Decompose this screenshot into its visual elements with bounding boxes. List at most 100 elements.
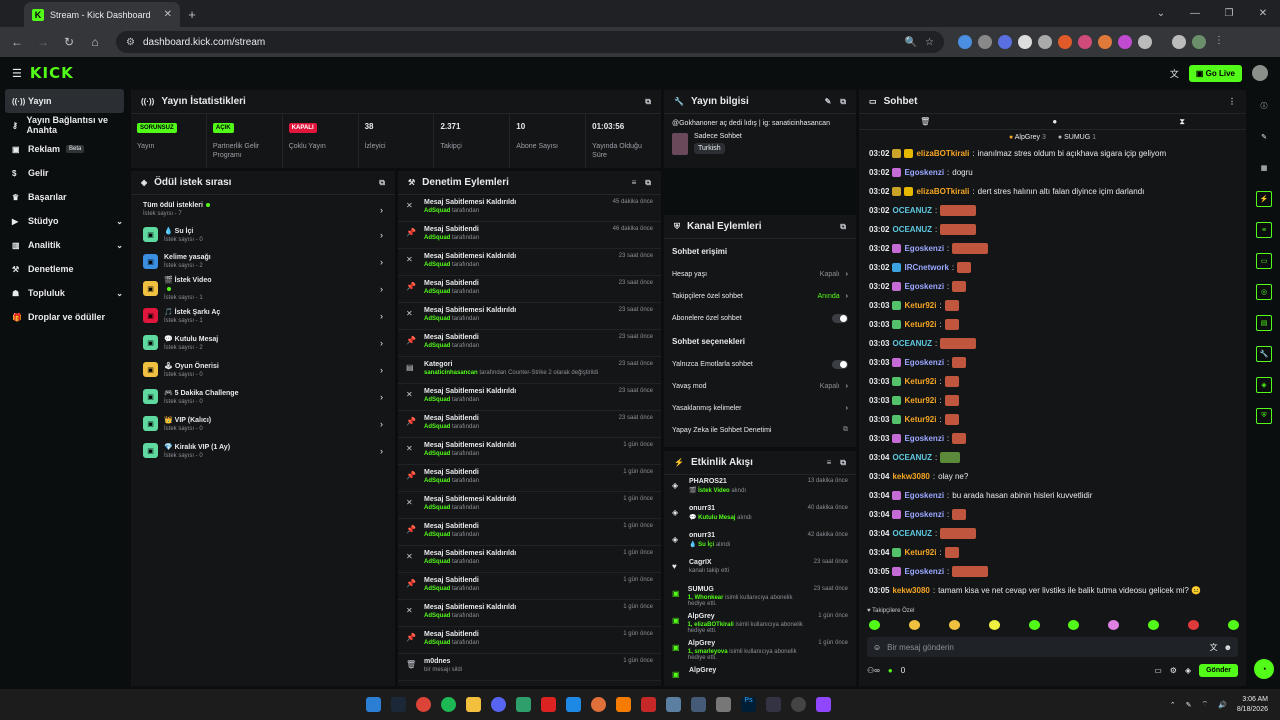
emote-icon[interactable] [1148,620,1160,630]
category-thumbnail[interactable] [672,133,688,155]
app-icon[interactable] [816,697,831,712]
extension-icon[interactable] [1018,35,1032,49]
emote-icon[interactable] [948,620,960,630]
emote-icon[interactable] [908,620,920,630]
steam-icon[interactable] [391,697,406,712]
chat-username[interactable]: Ketur92i [904,415,936,424]
chat-username[interactable]: OCEANUZ [892,339,932,348]
emote-icon[interactable] [1028,620,1040,630]
sidebar-item[interactable]: 🎁 Droplar ve ödüller [0,305,129,329]
moderator-name[interactable]: AdSquad [424,316,450,322]
popout-icon[interactable]: ⧉ [840,458,846,468]
reward-queue-item[interactable]: ▣ 🎮 5 Dakika Challenge İstek sayısı - 0 › [131,383,395,410]
activity-user[interactable]: AlpGrey [687,613,811,620]
toggle-switch[interactable] [832,359,848,369]
moderator-name[interactable]: AdSquad [424,586,450,592]
translate-icon[interactable]: 文 [1210,642,1218,653]
leaderboard-entry[interactable]: ● SUMUG 1 [1058,134,1096,141]
wrench-icon[interactable]: 🔧 [1256,346,1272,362]
app-icon[interactable] [716,697,731,712]
go-live-button[interactable]: ▣ Go Live [1188,64,1242,82]
minimize-button[interactable]: — [1178,8,1212,19]
send-button[interactable]: Gönder [1199,664,1238,677]
moderator-name[interactable]: AdSquad [424,478,450,484]
app-icon[interactable] [666,697,681,712]
extensions-puzzle-icon[interactable] [1138,35,1152,49]
chat-username[interactable]: Ketur92i [904,301,936,310]
filter-icon[interactable]: ≡ [632,178,637,188]
extension-icon[interactable] [978,35,992,49]
reading-list-icon[interactable] [1172,35,1186,49]
app-icon[interactable] [691,697,706,712]
extension-icon[interactable] [1098,35,1112,49]
app-icon[interactable] [566,697,581,712]
reward-queue-item[interactable]: ▣ 💧 Su İçi İstek sayısı - 0 › [131,221,395,248]
activity-user[interactable]: AlpGrey [688,640,811,647]
chat-username[interactable]: Egoskenzi [904,567,944,576]
chat-username[interactable]: IRCnetwork [904,263,948,272]
popout-icon[interactable]: ⧉ [379,178,385,188]
moderator-name[interactable]: AdSquad [424,640,450,646]
chat-username[interactable]: Egoskenzi [904,510,944,519]
chat-username[interactable]: OCEANUZ [892,206,932,215]
broadcast-icon[interactable]: ◎ [1256,284,1272,300]
bookmark-star-icon[interactable]: ☆ [925,37,934,48]
chat-username[interactable]: Egoskenzi [904,282,944,291]
reward-icon[interactable]: ◈ [1185,666,1191,675]
sidebar-item[interactable]: ☗ Topluluk ⌄ [0,281,129,305]
browser-tab[interactable]: K Stream - Kick Dashboard ✕ [24,2,180,27]
emote-icon[interactable] [988,620,1000,630]
activity-user[interactable]: PHAROS21 [689,478,746,485]
maximize-button[interactable]: ❐ [1212,8,1246,19]
start-menu-icon[interactable] [366,697,381,712]
back-icon[interactable]: ← [6,35,28,49]
chat-username[interactable]: Egoskenzi [904,434,944,443]
shield-icon[interactable]: ⛨ [1256,408,1272,424]
app-icon[interactable] [641,697,656,712]
obs-icon[interactable] [791,697,806,712]
language-tag[interactable]: Turkish [694,143,725,154]
moderator-name[interactable]: AdSquad [424,289,450,295]
setting-row[interactable]: Yalnızca Emotlarla sohbet [664,353,856,375]
chat-username[interactable]: kekw3080 [892,472,929,481]
sidebar-item[interactable]: ⚒ Denetleme [0,257,129,281]
emote-icon[interactable] [1108,620,1120,630]
trash-icon[interactable]: 🗑 [920,117,930,126]
chat-username[interactable]: OCEANUZ [892,225,932,234]
pen-icon[interactable]: ✎ [1186,701,1192,709]
chat-username[interactable]: OCEANUZ [892,529,932,538]
reward-queue-item[interactable]: ▣ 🎬 İstek Video İstek sayısı - 1 › [131,275,395,302]
reward-queue-item[interactable]: ▣ Kelime yasağı İstek sayısı - 2 › [131,248,395,275]
reward-queue-item[interactable]: ▣ 🕹 Oyun Önerisi İstek sayısı - 0 › [131,356,395,383]
profile-icon[interactable] [1192,35,1206,49]
chat-username[interactable]: Ketur92i [904,320,936,329]
setting-row[interactable]: Yavaş mod Kapalı › [664,375,856,397]
file-explorer-icon[interactable] [466,697,481,712]
setting-row[interactable]: Hesap yaşı Kapalı › [664,263,856,285]
app-icon[interactable] [591,697,606,712]
filter-icon[interactable]: ≡ [827,458,832,468]
chat-input[interactable]: ☺ Bir mesaj gönderin 文 ☻ [867,637,1238,657]
info-icon[interactable]: ⓘ [1256,98,1272,114]
sidebar-item[interactable]: ((·)) Yayın [5,89,124,113]
app-icon[interactable] [541,697,556,712]
sidebar-item[interactable]: ▶ Stüdyo ⌄ [0,209,129,233]
zoom-icon[interactable]: 🔍 [905,37,917,48]
category-name[interactable]: Sadece Sohbet [694,133,742,140]
chat-bubble-icon[interactable]: ● [1052,117,1057,126]
popout-icon[interactable]: ⧉ [645,97,651,107]
chat-username[interactable]: Egoskenzi [904,358,944,367]
reward-queue-item[interactable]: ▣ 🎵 İstek Şarkı Aç İstek sayısı - 1 › [131,302,395,329]
moderator-name[interactable]: AdSquad [424,343,450,349]
hamburger-menu-icon[interactable]: ☰ [12,67,22,80]
emote-icon[interactable] [869,620,880,630]
volume-icon[interactable]: 🔊 [1218,701,1227,709]
reward-icon[interactable]: ◈ [1256,377,1272,393]
sidebar-item[interactable]: ⚷ Yayın Bağlantısı ve Anahta [0,113,129,137]
discord-icon[interactable] [491,697,506,712]
extension-icon[interactable] [1118,35,1132,49]
chat-icon[interactable]: ▭ [1256,253,1272,269]
close-window-button[interactable]: ✕ [1246,8,1280,19]
setting-row[interactable]: Takipçilere özel sohbet Anında › [664,285,856,307]
site-info-icon[interactable]: ⚙ [126,37,135,48]
